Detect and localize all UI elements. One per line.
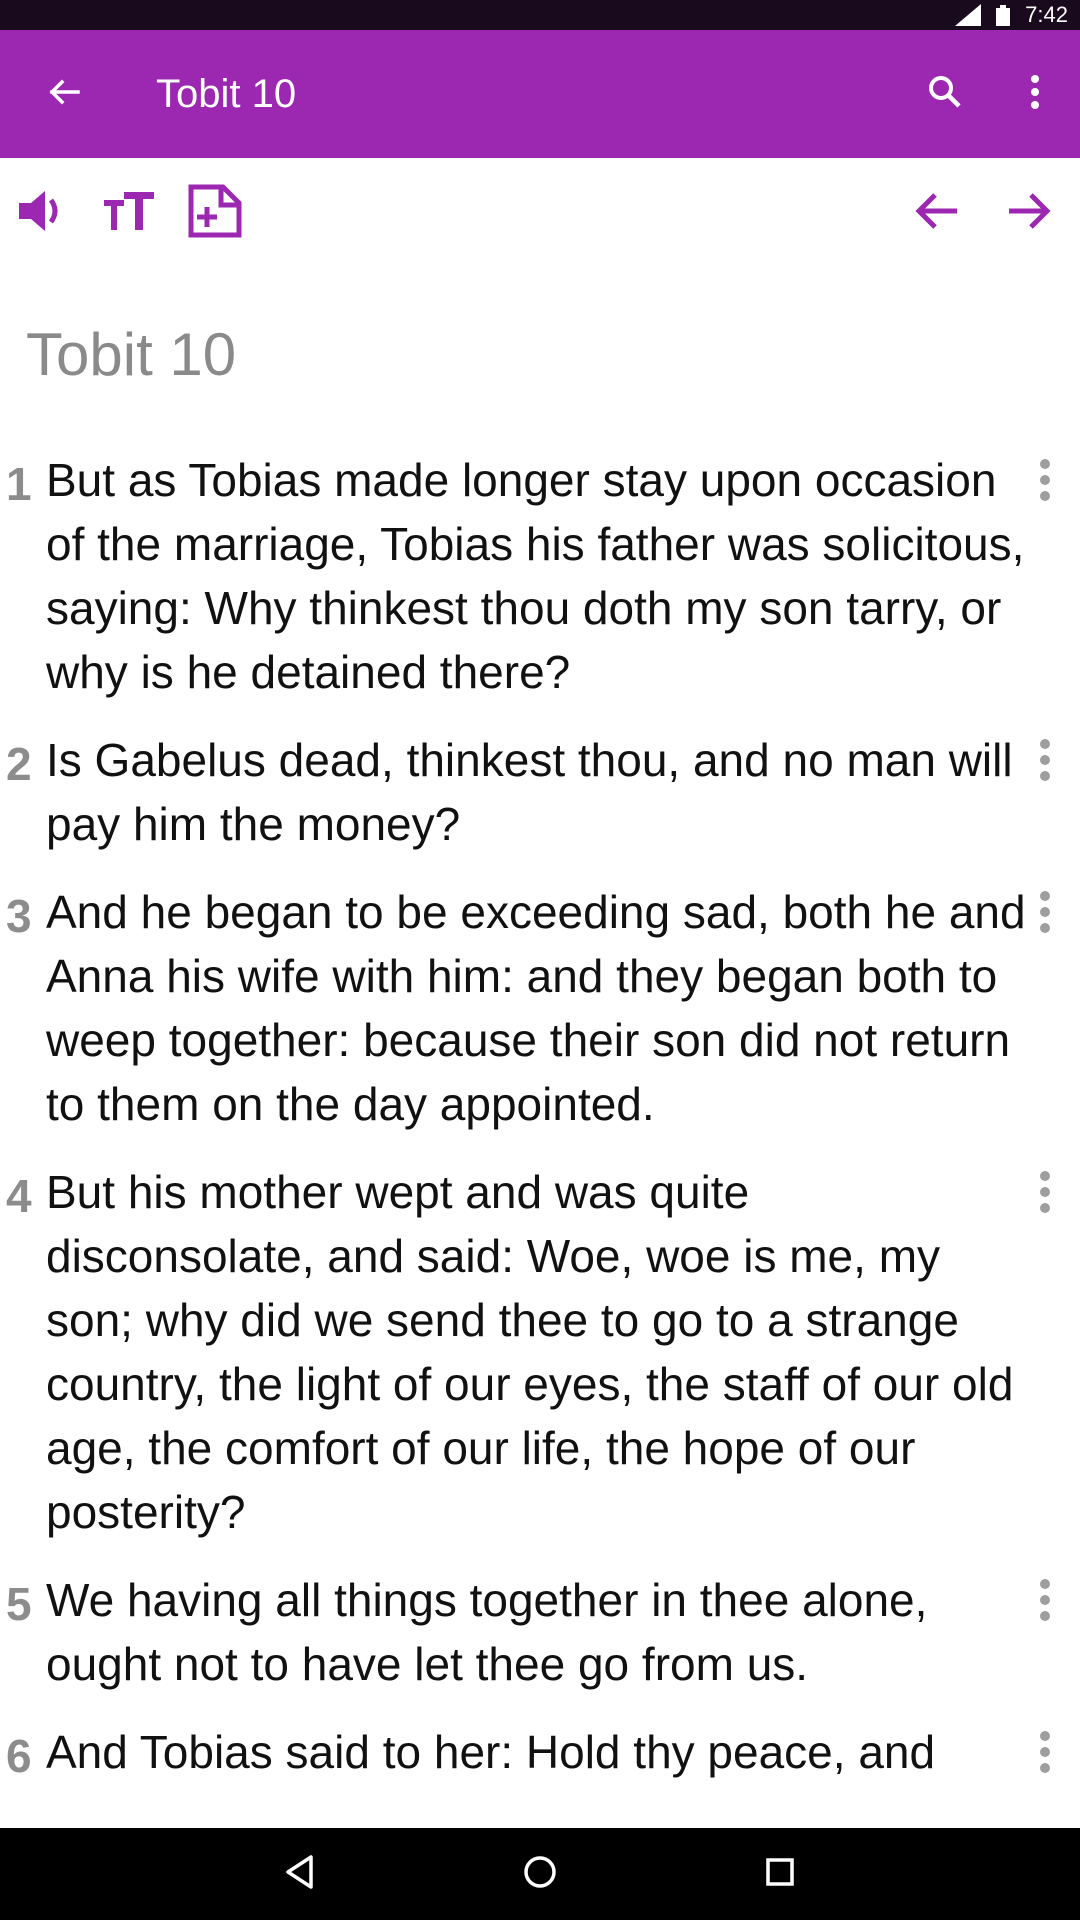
verse-item[interactable]: 5 We having all things together in thee …: [0, 1568, 1080, 1696]
status-time: 7:42: [1025, 2, 1068, 27]
text-size-button[interactable]: [90, 168, 170, 258]
verse-menu-button[interactable]: [1010, 732, 1080, 792]
verse-text: But as Tobias made longer stay upon occa…: [46, 454, 1025, 698]
nav-home-icon: [522, 1854, 558, 1895]
text-size-icon: [102, 186, 158, 241]
verse-item[interactable]: 1 But as Tobias made longer stay upon oc…: [0, 448, 1080, 704]
verse-number: 3: [6, 890, 32, 942]
verse-menu-button[interactable]: [1010, 1572, 1080, 1632]
system-nav-bar: [0, 1828, 1080, 1920]
more-vert-icon: [1039, 1578, 1051, 1627]
verse-text: And Tobias said to her: Hold thy peace, …: [46, 1726, 936, 1778]
verse-number: 5: [6, 1578, 32, 1630]
more-vert-icon: [1039, 1170, 1051, 1219]
verse-text: But his mother wept and was quite discon…: [46, 1166, 1014, 1538]
verse-text: Is Gabelus dead, thinkest thou, and no m…: [46, 734, 1013, 850]
overflow-menu-button[interactable]: [990, 30, 1080, 158]
verse-number: 4: [6, 1170, 32, 1222]
signal-icon: [955, 4, 982, 26]
search-icon: [927, 74, 963, 115]
reading-toolbar: [0, 158, 1080, 268]
verse-number: 2: [6, 738, 32, 790]
more-vert-icon: [1029, 74, 1041, 115]
previous-chapter-button[interactable]: [892, 168, 982, 258]
nav-home-button[interactable]: [505, 1839, 575, 1909]
verse-menu-button[interactable]: [1010, 1724, 1080, 1784]
verse-item[interactable]: 2 Is Gabelus dead, thinkest thou, and no…: [0, 728, 1080, 856]
more-vert-icon: [1039, 458, 1051, 507]
add-note-button[interactable]: [180, 168, 250, 258]
page-title: Tobit 10: [156, 71, 297, 116]
nav-recents-icon: [764, 1856, 796, 1893]
battery-icon: [995, 4, 1011, 26]
nav-back-icon: [283, 1854, 317, 1895]
verse-menu-button[interactable]: [1010, 884, 1080, 944]
back-button[interactable]: [0, 30, 128, 158]
read-aloud-button[interactable]: [6, 168, 76, 258]
next-chapter-button[interactable]: [984, 168, 1074, 258]
verse-menu-button[interactable]: [1010, 452, 1080, 512]
verse-list: 1 But as Tobias made longer stay upon oc…: [0, 448, 1080, 1812]
back-arrow-icon: [46, 74, 82, 115]
next-arrow-icon: [1005, 189, 1053, 238]
add-note-icon: [187, 183, 243, 244]
verse-menu-button[interactable]: [1010, 1164, 1080, 1224]
verse-number: 6: [6, 1730, 32, 1782]
speaker-icon: [15, 186, 67, 241]
verse-item[interactable]: 6 And Tobias said to her: Hold thy peace…: [0, 1720, 1080, 1788]
verse-item[interactable]: 3 And he began to be exceeding sad, both…: [0, 880, 1080, 1136]
app-bar: Tobit 10: [0, 30, 1080, 158]
chapter-content[interactable]: Tobit 10 1 But as Tobias made longer sta…: [0, 268, 1080, 1828]
chapter-heading: Tobit 10: [26, 321, 237, 388]
verse-number: 1: [6, 458, 32, 510]
verse-item[interactable]: 4 But his mother wept and was quite disc…: [0, 1160, 1080, 1544]
verse-text: We having all things together in thee al…: [46, 1574, 928, 1690]
search-button[interactable]: [900, 30, 990, 158]
nav-recents-button[interactable]: [745, 1839, 815, 1909]
nav-back-button[interactable]: [265, 1839, 335, 1909]
status-bar: 7:42: [0, 0, 1080, 30]
more-vert-icon: [1039, 1730, 1051, 1779]
verse-text: And he began to be exceeding sad, both h…: [46, 886, 1026, 1130]
previous-arrow-icon: [913, 189, 961, 238]
more-vert-icon: [1039, 890, 1051, 939]
more-vert-icon: [1039, 738, 1051, 787]
